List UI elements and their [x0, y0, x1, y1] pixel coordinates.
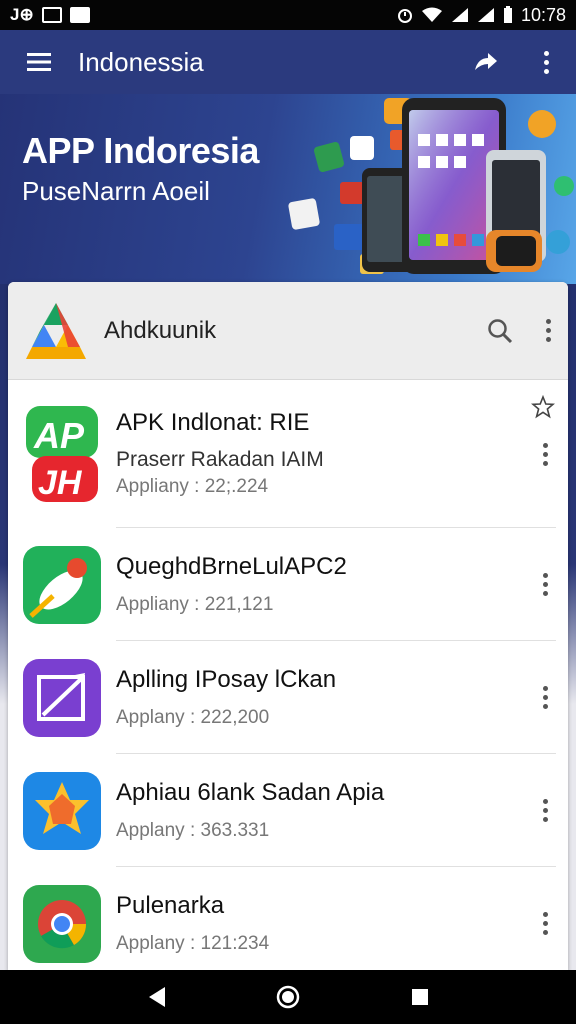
more-vert-icon [543, 50, 549, 74]
app-more-button[interactable] [522, 781, 568, 841]
share-icon [475, 53, 497, 70]
app-bar-title: Indonessia [78, 46, 204, 77]
app-icon [8, 641, 116, 754]
app-bar: Indonessia [0, 30, 576, 94]
list-item[interactable]: AP JH APK Indlonat: RIE Praserr Rakadan … [8, 380, 568, 528]
app-title: Aphiau 6lank Sadan Apia [116, 778, 385, 806]
share-button[interactable] [456, 30, 516, 94]
app-meta: Applany : 363.331 [116, 819, 270, 841]
more-vert-icon [545, 319, 551, 342]
back-button[interactable] [126, 970, 186, 1024]
more-vert-icon [542, 573, 548, 596]
battery-icon [503, 6, 512, 23]
app-more-button[interactable] [522, 424, 568, 484]
app-meta: Appliany : 221,121 [116, 593, 274, 615]
recents-button[interactable] [390, 970, 450, 1024]
hero-subtitle: PuseNarrn Aoeil [22, 176, 210, 206]
alarm-icon [397, 9, 412, 23]
favorite-button[interactable] [528, 392, 558, 422]
app-title: QueghdBrneLulAPC2 [116, 552, 347, 580]
app-list-card: Ahdkuunik AP JH APK Indlonat: RIE Praser… [8, 282, 568, 972]
app-more-button[interactable] [522, 894, 568, 954]
system-nav-bar [0, 970, 576, 1024]
list-item[interactable]: Aphiau 6lank Sadan Apia Applany : 363.33… [8, 754, 568, 867]
more-vert-icon [542, 686, 548, 709]
hero-title: APP Indoresia [22, 130, 259, 171]
app-meta: Appliany : 22;.224 [116, 476, 269, 497]
app-list: AP JH APK Indlonat: RIE Praserr Rakadan … [8, 380, 568, 972]
home-button[interactable] [258, 970, 318, 1024]
app-title: Aplling IPosay lCkan [116, 665, 337, 693]
home-circle-icon [276, 985, 300, 1009]
photo-notification-icon [69, 7, 90, 23]
image-notification-icon [41, 7, 62, 23]
wifi-icon [421, 7, 442, 22]
ap-green-red-icon: AP JH [26, 406, 98, 502]
hero-banner: APP Indoresia PuseNarrn Aoeil [0, 94, 576, 284]
app-subtitle: Praserr Rakadan IAIM [116, 448, 324, 471]
app-title: Pulenarka [116, 891, 225, 919]
svg-text:AP: AP [33, 415, 85, 456]
list-item[interactable]: Pulenarka Applany : 121:234 [8, 867, 568, 972]
app-icon [8, 754, 116, 867]
app-more-button[interactable] [522, 555, 568, 615]
chrome-icon [23, 884, 101, 963]
app-icon [8, 867, 116, 972]
search-icon [488, 318, 513, 343]
blue-star-icon [23, 771, 101, 850]
card-header: Ahdkuunik [8, 282, 568, 380]
app-more-button[interactable] [522, 668, 568, 728]
more-vert-icon [542, 799, 548, 822]
card-more-button[interactable] [528, 301, 568, 361]
star-outline-icon [531, 395, 555, 419]
recents-square-icon [412, 989, 428, 1005]
svg-text:JH: JH [38, 464, 83, 502]
status-time: 10:78 [520, 4, 566, 25]
app-icon: AP JH [8, 380, 116, 528]
triangle-logo-icon [26, 302, 86, 359]
store-logo [8, 282, 104, 380]
status-notification-text: J⊕ [10, 5, 34, 24]
back-triangle-icon [149, 987, 165, 1007]
app-meta: Applany : 121:234 [116, 932, 270, 954]
list-item[interactable]: QueghdBrneLulAPC2 Appliany : 221,121 [8, 528, 568, 641]
app-icon [8, 528, 116, 641]
purple-edit-icon [23, 658, 101, 737]
green-feather-icon [23, 545, 101, 624]
app-meta: Applany : 222,200 [116, 706, 270, 728]
app-title: APK Indlonat: RIE [116, 409, 310, 436]
more-vert-icon [542, 442, 548, 466]
hamburger-icon [27, 53, 51, 71]
signal-icon [451, 8, 468, 22]
search-button[interactable] [472, 301, 528, 361]
phones-illustration-icon [288, 98, 574, 274]
list-item[interactable]: Aplling IPosay lCkan Applany : 222,200 [8, 641, 568, 754]
card-header-title: Ahdkuunik [104, 316, 217, 344]
status-bar: J⊕ 10:78 [0, 0, 576, 30]
signal-2-icon [477, 8, 494, 22]
menu-button[interactable] [0, 53, 78, 71]
more-vert-icon [542, 912, 548, 935]
overflow-menu-button[interactable] [516, 30, 576, 94]
